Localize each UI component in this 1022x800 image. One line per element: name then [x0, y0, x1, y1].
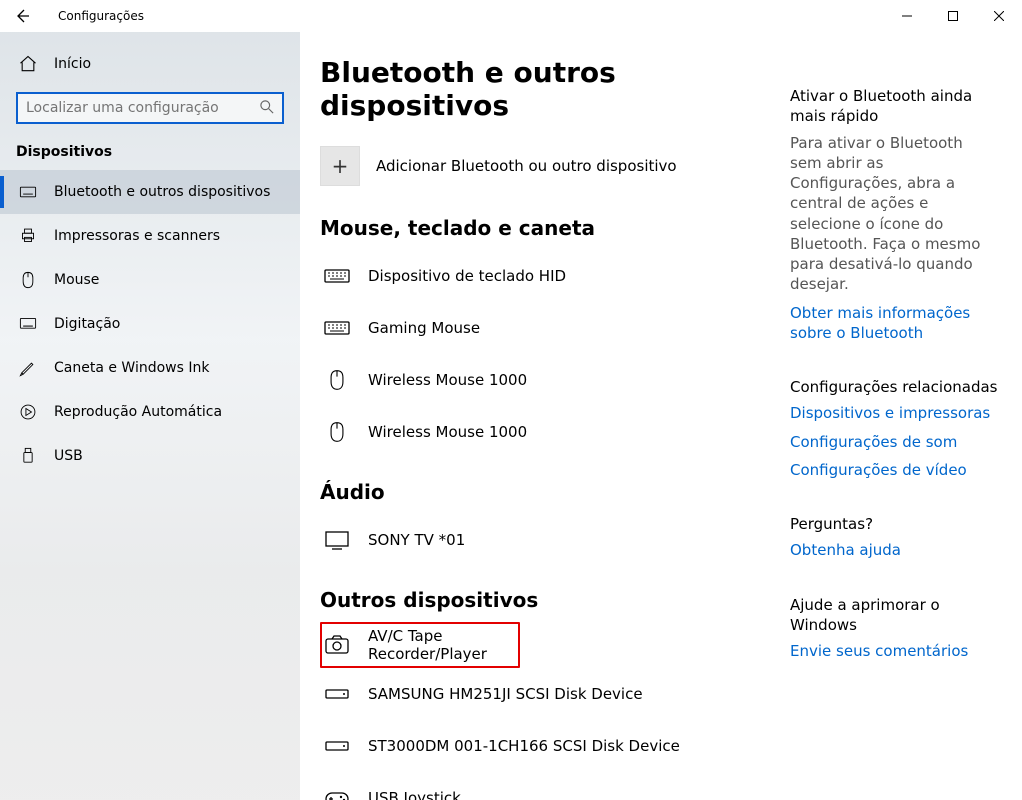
keyboard-icon [324, 315, 350, 341]
display-icon [324, 527, 350, 553]
sidebar-item-label: Bluetooth e outros dispositivos [54, 184, 270, 200]
sidebar-item-label: Digitação [54, 316, 120, 332]
autoplay-icon [18, 402, 38, 422]
drive-icon [324, 681, 350, 707]
device-label: Wireless Mouse 1000 [368, 423, 527, 441]
window-title: Configurações [58, 9, 144, 23]
minimize-button[interactable] [884, 0, 930, 32]
device-item[interactable]: Gaming Mouse [320, 302, 790, 354]
aside-link[interactable]: Configurações de vídeo [790, 460, 998, 480]
device-label: ST3000DM 001-1CH166 SCSI Disk Device [368, 737, 680, 755]
search-input[interactable] [16, 92, 284, 124]
device-label: Gaming Mouse [368, 319, 480, 337]
aside-link[interactable]: Dispositivos e impressoras [790, 403, 998, 423]
keyboard-icon [18, 314, 38, 334]
maximize-button[interactable] [930, 0, 976, 32]
pen-icon [18, 358, 38, 378]
sidebar-item-autoplay[interactable]: Reprodução Automática [0, 390, 300, 434]
aside-heading: Ativar o Bluetooth ainda mais rápido [790, 86, 998, 127]
sidebar-section-label: Dispositivos [0, 136, 300, 170]
mouse-icon [324, 367, 350, 393]
aside: Ativar o Bluetooth ainda mais rápido Par… [790, 56, 998, 800]
aside-heading: Ajude a aprimorar o Windows [790, 595, 998, 636]
aside-text: Para ativar o Bluetooth sem abrir as Con… [790, 133, 998, 295]
aside-link[interactable]: Obtenha ajuda [790, 540, 998, 560]
sidebar-item-pen[interactable]: Caneta e Windows Ink [0, 346, 300, 390]
drive-icon [324, 733, 350, 759]
add-device-label: Adicionar Bluetooth ou outro dispositivo [376, 157, 677, 175]
device-item[interactable]: Wireless Mouse 1000 [320, 354, 790, 406]
home-label: Início [54, 56, 91, 72]
sidebar-item-label: USB [54, 448, 83, 464]
close-button[interactable] [976, 0, 1022, 32]
sidebar-item-usb[interactable]: USB [0, 434, 300, 478]
group-title: Áudio [320, 480, 790, 504]
aside-link[interactable]: Envie seus comentários [790, 641, 998, 661]
sidebar: Início Dispositivos Bluetooth e outros d… [0, 32, 300, 800]
titlebar: Configurações [0, 0, 1022, 32]
device-label: USB Joystick [368, 789, 461, 800]
camera-icon [324, 632, 350, 658]
device-label: Dispositivo de teclado HID [368, 267, 566, 285]
back-button[interactable] [8, 2, 36, 30]
device-item[interactable]: Dispositivo de teclado HID [320, 250, 790, 302]
device-label: SONY TV *01 [368, 531, 465, 549]
aside-link[interactable]: Configurações de som [790, 432, 998, 452]
device-label: Wireless Mouse 1000 [368, 371, 527, 389]
device-item[interactable]: Wireless Mouse 1000 [320, 406, 790, 458]
add-device-button[interactable]: + Adicionar Bluetooth ou outro dispositi… [320, 146, 790, 186]
mouse-icon [18, 270, 38, 290]
sidebar-item-label: Caneta e Windows Ink [54, 360, 209, 376]
sidebar-item-label: Mouse [54, 272, 99, 288]
sidebar-item-label: Impressoras e scanners [54, 228, 220, 244]
device-item-highlighted[interactable]: AV/C Tape Recorder/Player [320, 622, 520, 668]
device-label: AV/C Tape Recorder/Player [368, 627, 518, 663]
home-button[interactable]: Início [0, 44, 300, 84]
device-item[interactable]: ST3000DM 001-1CH166 SCSI Disk Device [320, 720, 790, 772]
main-content: Bluetooth e outros dispositivos + Adicio… [320, 56, 790, 800]
sidebar-item-bluetooth[interactable]: Bluetooth e outros dispositivos [0, 170, 300, 214]
keyboard-icon [324, 263, 350, 289]
mouse-icon [324, 419, 350, 445]
bluetooth-icon [18, 182, 38, 202]
group-title: Outros dispositivos [320, 588, 790, 612]
home-icon [18, 54, 38, 74]
device-label: SAMSUNG HM251JI SCSI Disk Device [368, 685, 643, 703]
aside-link[interactable]: Obter mais informações sobre o Bluetooth [790, 303, 998, 344]
aside-heading: Configurações relacionadas [790, 377, 998, 397]
device-item[interactable]: SONY TV *01 [320, 514, 790, 566]
page-title: Bluetooth e outros dispositivos [320, 56, 790, 122]
group-title: Mouse, teclado e caneta [320, 216, 790, 240]
usb-icon [18, 446, 38, 466]
sidebar-item-label: Reprodução Automática [54, 404, 222, 420]
plus-icon: + [320, 146, 360, 186]
device-item[interactable]: SAMSUNG HM251JI SCSI Disk Device [320, 668, 790, 720]
sidebar-item-mouse[interactable]: Mouse [0, 258, 300, 302]
sidebar-item-printers[interactable]: Impressoras e scanners [0, 214, 300, 258]
aside-heading: Perguntas? [790, 514, 998, 534]
sidebar-item-typing[interactable]: Digitação [0, 302, 300, 346]
printer-icon [18, 226, 38, 246]
gamepad-icon [324, 785, 350, 800]
device-item[interactable]: USB Joystick [320, 772, 790, 800]
